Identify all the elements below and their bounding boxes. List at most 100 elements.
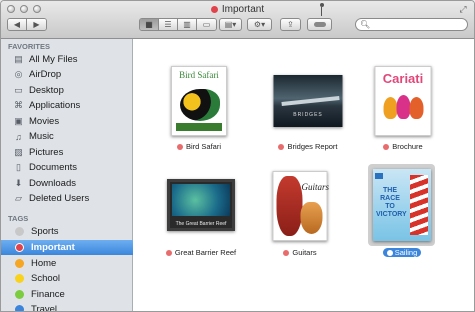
search-input[interactable] xyxy=(373,20,469,29)
cover-foliage xyxy=(176,123,222,131)
finder-window: Important ⤢ ◀ ▶ ▦ ☰ ▥ ▭ ▤▾ ⚙▾ ⇪ 🔍︎ FAVOR… xyxy=(0,0,475,312)
sidebar-tag-travel[interactable]: Travel xyxy=(1,302,133,311)
file-item[interactable]: Bird Safari Bird Safari xyxy=(149,63,249,157)
guitar-wood-illustration xyxy=(300,202,323,234)
cover-title: Guitars xyxy=(301,182,330,192)
window-title-text: Important xyxy=(221,4,265,15)
sidebar-item-label: AirDrop xyxy=(29,69,62,80)
sidebar-item-downloads[interactable]: ⬇ Downloads xyxy=(1,176,133,191)
sidebar-item-label: Applications xyxy=(29,100,81,111)
file-item[interactable]: Cariati Brochure xyxy=(353,63,453,157)
file-item[interactable]: BRIDGES Bridges Report xyxy=(258,63,358,157)
sidebar-item-label: Documents xyxy=(29,162,78,173)
documents-icon: ▯ xyxy=(16,162,21,172)
cover-title: The Great Barrier Reef xyxy=(175,221,227,227)
column-view-icon: ▥ xyxy=(183,20,191,29)
sidebar-item-label: Deleted Users xyxy=(29,193,90,204)
tags-title: TAGS xyxy=(8,214,29,223)
window-title: Important xyxy=(1,4,474,15)
desktop-icon: ▭ xyxy=(14,85,23,95)
sidebar-item-label: Sports xyxy=(31,226,59,237)
file-item[interactable]: The Great Barrier Reef Great Barrier Ree… xyxy=(151,169,251,263)
file-item-selected[interactable]: THE RACE TO VICTORY Sailing xyxy=(352,169,452,263)
glass-red xyxy=(409,97,424,119)
grid-view-icon: ▦ xyxy=(145,20,153,29)
sidebar-item-documents[interactable]: ▯ Documents xyxy=(1,160,133,175)
file-name: Sailing xyxy=(382,248,422,257)
sidebar-item-movies[interactable]: ▣ Movies xyxy=(1,114,133,129)
file-thumbnail: THE RACE TO VICTORY xyxy=(373,169,431,241)
sidebar-item-label: Downloads xyxy=(29,178,76,189)
file-name-text: Sailing xyxy=(394,248,418,257)
arrange-icon: ▤▾ xyxy=(224,20,237,29)
sidebar-tag-finance[interactable]: Finance xyxy=(1,287,133,302)
glass-orange xyxy=(383,97,398,119)
movies-icon: ▣ xyxy=(14,116,23,126)
icon-view-button[interactable]: ▦ xyxy=(140,19,159,30)
tag-dot-icon xyxy=(386,249,393,256)
search-field[interactable]: 🔍︎ xyxy=(355,18,469,31)
arrange-button[interactable]: ▤▾ xyxy=(219,18,242,31)
file-thumbnail: Cariati xyxy=(374,66,432,136)
toucan-illustration xyxy=(180,89,220,121)
file-thumbnail: The Great Barrier Reef xyxy=(167,179,235,231)
sidebar-item-label: Pictures xyxy=(29,147,64,158)
sidebar: FAVORITES ▤ All My Files ◎ AirDrop ▭ Des… xyxy=(1,39,133,311)
view-switcher: ▦ ☰ ▥ ▭ xyxy=(139,18,217,31)
sidebar-tag-home[interactable]: Home xyxy=(1,256,133,271)
gear-icon: ⚙▾ xyxy=(253,20,266,29)
glass-pink xyxy=(396,95,411,119)
back-button[interactable]: ◀ xyxy=(8,19,27,30)
column-view-button[interactable]: ▥ xyxy=(178,19,197,30)
tag-dot-icon xyxy=(15,227,24,236)
coverflow-view-icon: ▭ xyxy=(202,20,211,29)
share-button[interactable]: ⇪ xyxy=(280,18,301,31)
favorites-title: FAVORITES xyxy=(8,42,50,51)
tags-button[interactable] xyxy=(307,18,332,31)
sidebar-item-label: All My Files xyxy=(29,54,78,65)
file-label: Great Barrier Reef xyxy=(151,248,251,257)
tag-dot-icon xyxy=(15,305,24,311)
file-label: Sailing xyxy=(352,248,452,257)
file-item[interactable]: Guitars Guitars xyxy=(250,169,350,263)
tag-dot-icon xyxy=(176,143,183,150)
sidebar-item-label: Important xyxy=(31,242,75,253)
file-label: Guitars xyxy=(250,248,350,257)
file-thumbnail: Bird Safari xyxy=(171,66,227,136)
sidebar-tag-school[interactable]: School xyxy=(1,271,133,286)
chevron-left-icon: ◀ xyxy=(13,20,21,29)
sidebar-tag-important[interactable]: Important xyxy=(1,240,133,255)
tag-dot-icon xyxy=(165,249,172,256)
sidebar-item-applications[interactable]: ⌘ Applications xyxy=(1,98,133,113)
file-thumbnail: BRIDGES xyxy=(273,75,343,127)
sidebar-item-airdrop[interactable]: ◎ AirDrop xyxy=(1,67,133,82)
pictures-icon: ▨ xyxy=(14,147,23,157)
sidebar-item-music[interactable]: ♫ Music xyxy=(1,129,133,144)
cover-title: BRIDGES xyxy=(293,112,323,118)
tag-dot-icon xyxy=(15,290,24,299)
sidebar-item-deleted-users[interactable]: ▱ Deleted Users xyxy=(1,191,133,206)
tag-dot-icon xyxy=(15,274,24,283)
forward-button[interactable]: ▶ xyxy=(27,19,46,30)
toolbar: Important ⤢ ◀ ▶ ▦ ☰ ▥ ▭ ▤▾ ⚙▾ ⇪ 🔍︎ xyxy=(1,1,474,39)
fullscreen-icon[interactable]: ⤢ xyxy=(458,4,468,14)
sidebar-item-label: Movies xyxy=(29,116,60,127)
reef-photo xyxy=(172,184,230,216)
chevron-right-icon: ▶ xyxy=(33,20,40,29)
action-button[interactable]: ⚙▾ xyxy=(247,18,272,31)
cover-title: THE RACE TO VICTORY xyxy=(376,187,407,218)
cover-title: Cariati xyxy=(382,71,424,86)
downloads-icon: ⬇ xyxy=(14,178,23,188)
sidebar-item-all-my-files[interactable]: ▤ All My Files xyxy=(1,52,133,67)
list-view-button[interactable]: ☰ xyxy=(159,19,178,30)
sidebar-item-desktop[interactable]: ▭ Desktop xyxy=(1,83,133,98)
sidebar-item-label: Desktop xyxy=(29,85,64,96)
sidebar-item-pictures[interactable]: ▨ Pictures xyxy=(1,145,133,160)
sidebar-tag-sports[interactable]: Sports xyxy=(1,224,133,239)
file-name: Brochure xyxy=(392,142,423,151)
file-name: Great Barrier Reef xyxy=(174,248,237,257)
cover-logo-block xyxy=(375,173,383,179)
share-icon: ⇪ xyxy=(287,20,294,29)
coverflow-view-button[interactable]: ▭ xyxy=(197,19,216,30)
file-name: Guitars xyxy=(292,248,317,257)
